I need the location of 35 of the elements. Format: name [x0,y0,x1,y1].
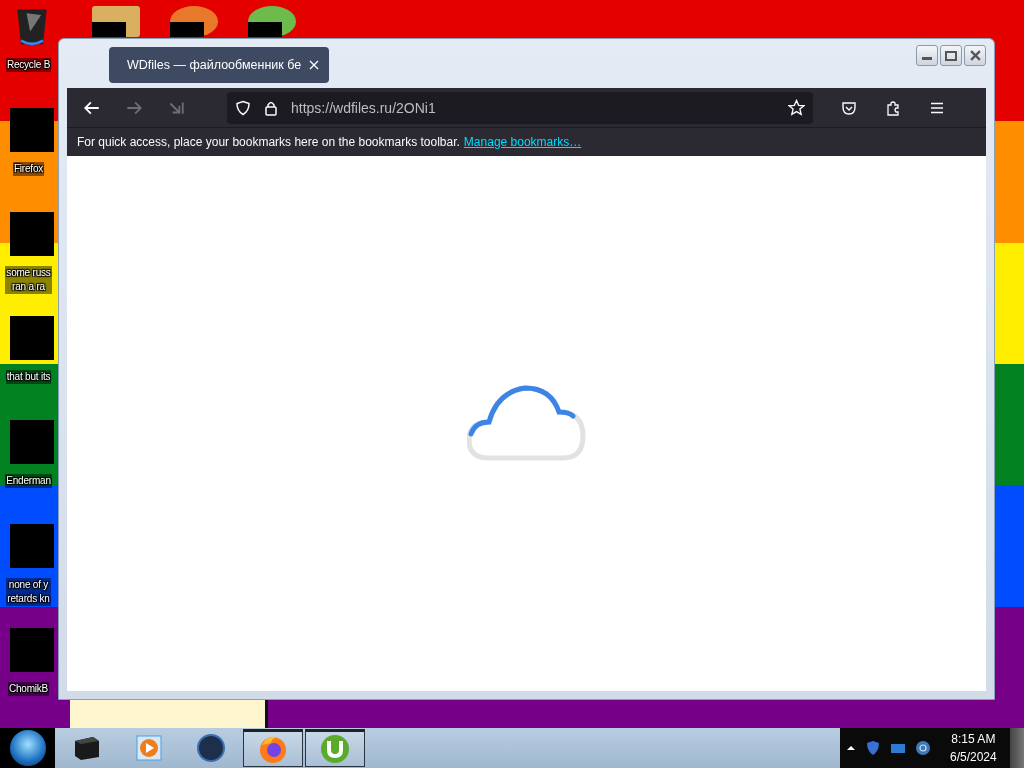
desktop-icon-label[interactable]: that but its [5,370,52,384]
bookmarks-hint: For quick access, place your bookmarks here on the bookmarks toolbar. [77,135,460,149]
maximize-button[interactable] [940,45,962,66]
close-button[interactable] [964,45,986,66]
desktop-icon-label[interactable]: none of y retards kn [6,578,51,606]
pocket-icon[interactable] [841,99,857,116]
desktop-icon-label[interactable]: Enderman [5,474,52,488]
close-icon [969,50,981,61]
start-button[interactable] [0,728,55,768]
taskbar-button[interactable] [305,729,365,767]
desktop-icon-label[interactable]: ChomikB [7,682,50,696]
redacted-icon[interactable] [9,212,54,256]
globe-icon [195,732,227,764]
torrent-icon [319,733,351,765]
clock-time: 8:15 AM [951,731,996,748]
desktop-icon-label[interactable]: Firefox [12,162,45,176]
desktop-icon-label[interactable]: Recycle B [5,58,52,72]
desktop-icon-label[interactable]: some russ ran a ra [5,266,52,294]
bookmark-star-icon[interactable] [788,99,805,116]
taskbar-button[interactable] [243,729,303,767]
minimize-button[interactable] [916,45,938,66]
manage-bookmarks-link[interactable]: Manage bookmarks… [463,135,582,149]
folder-icon[interactable] [92,6,140,37]
play-icon [133,732,165,764]
redacted-icon[interactable] [9,316,54,360]
speaker-icon[interactable] [915,740,931,756]
browser-tab[interactable]: WDfiles — файлообменник бе [109,47,329,83]
close-icon[interactable] [309,60,320,70]
shield-icon[interactable] [235,99,251,116]
address-bar[interactable]: https://wdfiles.ru/2ONi1 [227,91,813,124]
show-hidden-icons-arrow-icon[interactable] [846,743,856,753]
puzzle-icon[interactable] [885,99,901,116]
lock-icon [263,99,279,116]
clock-date: 6/5/2024 [950,749,997,766]
cloud-icon [466,383,587,464]
